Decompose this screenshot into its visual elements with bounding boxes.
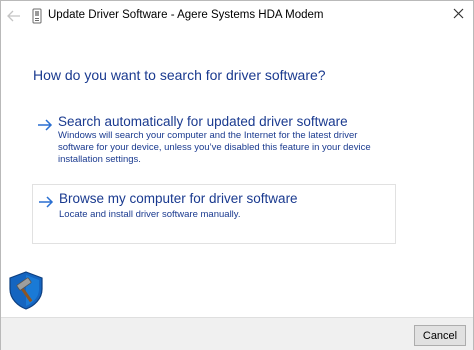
- option-description: Locate and install driver software manua…: [59, 209, 241, 220]
- arrow-right-icon: [38, 195, 54, 209]
- modem-device-icon: [32, 8, 42, 24]
- option-title: Search automatically for updated driver …: [58, 114, 348, 129]
- window-title: Update Driver Software - Agere Systems H…: [48, 9, 324, 21]
- close-icon: [453, 8, 464, 18]
- dialog-window: Update Driver Software - Agere Systems H…: [0, 0, 474, 350]
- search-automatically-option[interactable]: Search automatically for updated driver …: [32, 110, 396, 170]
- close-button[interactable]: [444, 1, 473, 25]
- hammer-shield-logo: [5, 269, 47, 311]
- option-title: Browse my computer for driver software: [59, 191, 298, 206]
- dialog-footer: Cancel: [1, 317, 473, 350]
- browse-computer-option[interactable]: Browse my computer for driver software L…: [32, 184, 396, 244]
- page-heading: How do you want to search for driver sof…: [33, 67, 326, 83]
- back-arrow-icon[interactable]: [7, 10, 21, 22]
- arrow-right-icon: [37, 118, 53, 132]
- option-description: Windows will search your computer and th…: [58, 130, 371, 165]
- title-bar: Update Driver Software - Agere Systems H…: [1, 1, 473, 31]
- cancel-button[interactable]: Cancel: [414, 325, 466, 346]
